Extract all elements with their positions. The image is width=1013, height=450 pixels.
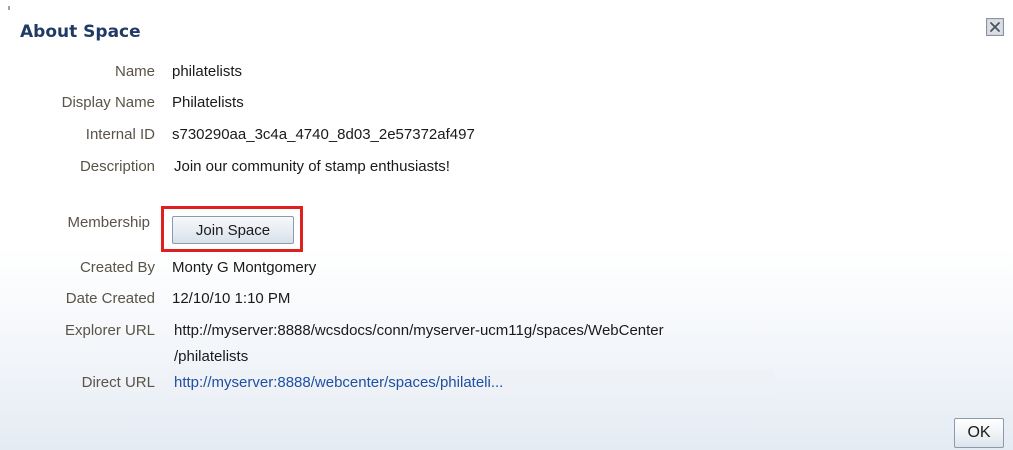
date-created-row: Date Created 12/10/10 1:10 PM (0, 288, 1013, 310)
direct-url-link[interactable]: http://myserver:8888/webcenter/spaces/ph… (172, 370, 774, 396)
created-by-value: Monty G Montgomery (172, 259, 317, 276)
created-by-row: Created By Monty G Montgomery (0, 257, 1013, 279)
internal-id-value: s730290aa_3c4a_4740_8d03_2e57372af497 (172, 126, 475, 143)
display-name-row: Display Name Philatelists (0, 92, 1013, 114)
name-value: philatelists (172, 63, 243, 80)
membership-row: Membership (0, 212, 160, 234)
description-row: Description Join our community of stamp … (0, 156, 1013, 178)
description-value: Join our community of stamp enthusiasts! (174, 158, 450, 175)
name-row: Name philatelists (0, 61, 1013, 83)
direct-url-label: Direct URL (81, 374, 155, 391)
dialog-corner-mark (8, 6, 10, 10)
display-name-value: Philatelists (172, 94, 244, 111)
close-button[interactable] (986, 18, 1004, 36)
explorer-url-label: Explorer URL (64, 322, 155, 339)
name-label: Name (114, 63, 155, 80)
join-space-button[interactable]: Join Space (172, 216, 294, 244)
ok-button[interactable]: OK (954, 418, 1004, 448)
explorer-url-line1: http://myserver:8888/wcsdocs/conn/myserv… (174, 322, 664, 339)
description-label: Description (79, 158, 155, 175)
dialog-title: About Space (20, 22, 141, 42)
close-icon (986, 18, 1004, 36)
internal-id-row: Internal ID s730290aa_3c4a_4740_8d03_2e5… (0, 124, 1013, 146)
membership-label: Membership (67, 214, 150, 231)
about-space-dialog: About Space Name philatelists Display Na… (0, 0, 1013, 450)
date-created-value: 12/10/10 1:10 PM (172, 290, 291, 307)
date-created-label: Date Created (65, 290, 155, 307)
explorer-url-line2: /philatelists (174, 348, 249, 365)
direct-url-row: Direct URL (0, 372, 160, 394)
display-name-label: Display Name (61, 94, 155, 111)
internal-id-label: Internal ID (85, 126, 155, 143)
created-by-label: Created By (79, 259, 155, 276)
explorer-url-row: Explorer URL http://myserver:8888/wcsdoc… (0, 320, 1013, 342)
